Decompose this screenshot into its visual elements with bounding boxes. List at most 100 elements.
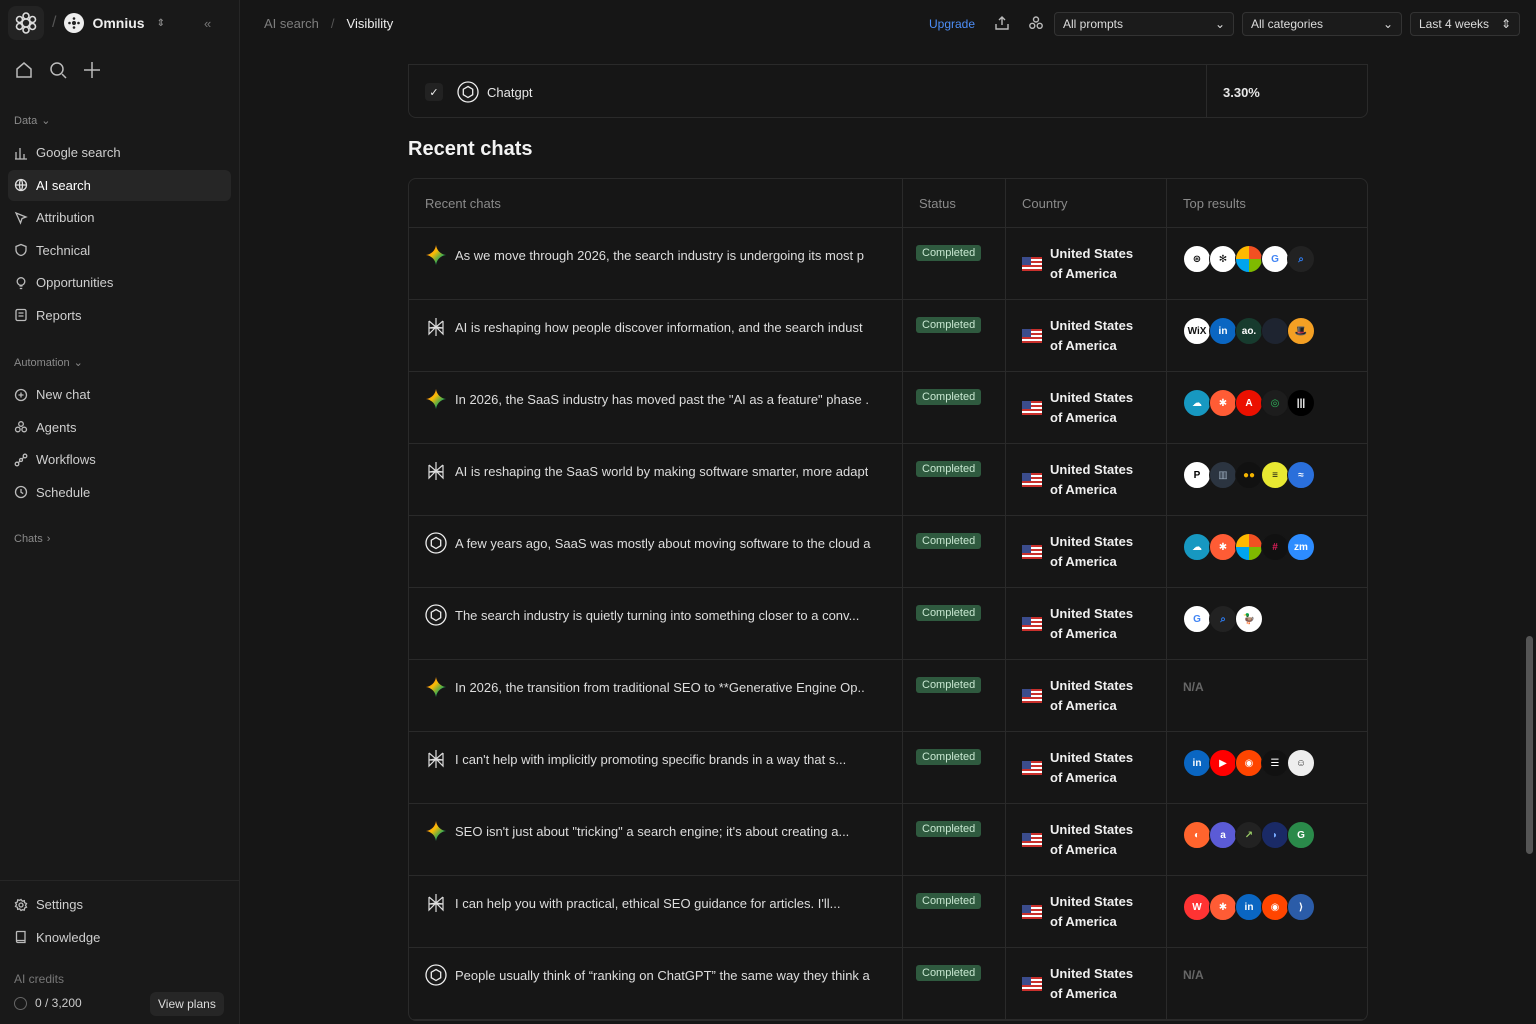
top-results-cell: N/A [1167,660,1367,731]
status-badge: Completed [916,461,982,477]
sidebar-item-ai-search[interactable]: AI search [8,169,231,201]
scrollbar[interactable] [1526,636,1533,854]
table-row[interactable]: AI is reshaping the SaaS world by making… [409,444,1367,516]
table-row[interactable]: In 2026, the SaaS industry has moved pas… [409,372,1367,444]
chat-cell[interactable]: A few years ago, SaaS was mostly about m… [409,516,903,587]
search-icon[interactable] [48,60,68,80]
ai-credits: 0 / 3,200 [14,996,82,1010]
perplexity-icon [428,462,444,480]
chat-cell[interactable]: In 2026, the transition from traditional… [409,660,903,731]
us-flag-icon [1022,833,1042,847]
breadcrumb-parent[interactable]: AI search [264,16,319,31]
row-checkbox[interactable]: ✓ [425,83,443,101]
data-section-header[interactable]: Data ⌄ [14,114,51,128]
status-cell: Completed [903,588,1006,659]
chat-cell[interactable]: The search industry is quietly turning i… [409,588,903,659]
chat-cell[interactable]: SEO isn't just about "tricking" a search… [409,804,903,875]
status-badge: Completed [916,533,982,549]
status-badge: Completed [916,317,982,333]
table-row[interactable]: People usually think of “ranking on Chat… [409,948,1367,1020]
chats-section-header[interactable]: Chats › [14,533,50,545]
country-line-1: United States [1050,390,1134,405]
country-line-2: of America [1050,770,1117,785]
status-cell: Completed [903,948,1006,1019]
sidebar-item-attribution[interactable]: Attribution [8,202,231,233]
chat-cell[interactable]: AI is reshaping the SaaS world by making… [409,444,903,515]
sidebar-item-schedule[interactable]: Schedule [8,477,231,508]
country-line-2: of America [1050,842,1117,857]
country-line-2: of America [1050,410,1117,425]
zoom-icon: zm [1287,533,1315,561]
plus-icon[interactable] [82,60,102,80]
topbar: AI search / Visibility Upgrade All promp… [240,0,1536,48]
adobe-icon: A [1235,389,1263,417]
view-plans-button[interactable]: View plans [150,992,224,1016]
top-results-cell: W ✱ in ◉ ⟩ [1167,876,1367,947]
country-line-1: United States [1050,822,1134,837]
categories-filter-select[interactable]: All categories ⌄ [1242,12,1402,36]
arrow-icon: ⟩ [1287,893,1315,921]
chat-text: I can help you with practical, ethical S… [455,896,841,911]
agents-icon[interactable] [1028,15,1044,31]
country-line-1: United States [1050,534,1134,549]
chat-cell[interactable]: People usually think of “ranking on Chat… [409,948,903,1019]
automation-section-header[interactable]: Automation ⌄ [14,356,83,370]
collapse-sidebar-icon[interactable]: « [204,16,211,31]
visibility-value: 3.30% [1223,85,1260,100]
chat-text: In 2026, the transition from traditional… [455,680,865,695]
upgrade-link[interactable]: Upgrade [929,17,975,31]
stripes-icon: ☰ [1261,749,1289,777]
workspace-name: Omnius [92,15,145,31]
status-cell: Completed [903,804,1006,875]
data-nav: Google search AI search Attribution Tech… [8,137,231,332]
chat-cell[interactable]: As we move through 2026, the search indu… [409,228,903,299]
table-row[interactable]: SEO isn't just about "tricking" a search… [409,804,1367,876]
dark-blue-icon: ◗ [1261,821,1289,849]
sidebar-item-technical[interactable]: Technical [8,235,231,266]
table-row[interactable]: A few years ago, SaaS was mostly about m… [409,516,1367,588]
top-results-icons: WiX in ao. 🎩 [1183,317,1315,345]
table-row[interactable]: I can help you with practical, ethical S… [409,876,1367,948]
status-badge: Completed [916,677,982,693]
status-badge: Completed [916,821,982,837]
chat-cell[interactable]: I can't help with implicitly promoting s… [409,732,903,803]
table-row[interactable]: The search industry is quietly turning i… [409,588,1367,660]
recent-chats-table: Recent chats Status Country Top results … [408,178,1368,1021]
export-icon[interactable] [994,15,1010,31]
us-flag-icon [1022,257,1042,271]
platform-name: Chatgpt [487,84,533,100]
sidebar-item-workflows[interactable]: Workflows [8,444,231,475]
prompts-filter-select[interactable]: All prompts ⌄ [1054,12,1234,36]
sidebar-item-opportunities[interactable]: Opportunities [8,267,231,298]
top-results-icons: P ▥ ●● ≡ ≈ [1183,461,1315,489]
chat-cell[interactable]: I can help you with practical, ethical S… [409,876,903,947]
sidebar-item-knowledge[interactable]: Knowledge [8,922,231,953]
sidebar-item-reports[interactable]: Reports [8,300,231,331]
table-row[interactable]: As we move through 2026, the search indu… [409,228,1367,300]
table-row[interactable]: AI is reshaping how people discover info… [409,300,1367,372]
chat-cell[interactable]: In 2026, the SaaS industry has moved pas… [409,372,903,443]
perplexity-icon [428,894,444,912]
country-cell: United States of America [1006,804,1167,875]
face-icon: ☺ [1287,749,1315,777]
chevron-updown-icon: ⇕ [1500,17,1511,31]
sidebar-item-google-search[interactable]: Google search [8,137,231,168]
sidebar-item-new-chat[interactable]: New chat [8,379,231,410]
sidebar-item-agents[interactable]: Agents [8,412,231,443]
sidebar-item-settings[interactable]: Settings [8,889,231,920]
status-cell: Completed [903,516,1006,587]
workspace-switcher[interactable]: / Omnius ⇕ [8,6,165,40]
table-row[interactable]: In 2026, the transition from traditional… [409,660,1367,732]
top-results-cell: G ⌕ 🦆 [1167,588,1367,659]
chat-cell[interactable]: AI is reshaping how people discover info… [409,300,903,371]
top-results-cell: ◐ a ↗ ◗ G [1167,804,1367,875]
home-icon[interactable] [14,60,34,80]
chat-text: SEO isn't just about "tricking" a search… [455,824,850,839]
col-country: Country [1006,179,1167,227]
report-icon [15,308,27,322]
date-filter-select[interactable]: Last 4 weeks ⇕ [1410,12,1520,36]
table-row[interactable]: I can't help with implicitly promoting s… [409,732,1367,804]
ai-credits-label: AI credits [14,972,65,986]
chevron-down-icon: ⌄ [41,115,51,127]
chat-text: In 2026, the SaaS industry has moved pas… [455,392,869,407]
